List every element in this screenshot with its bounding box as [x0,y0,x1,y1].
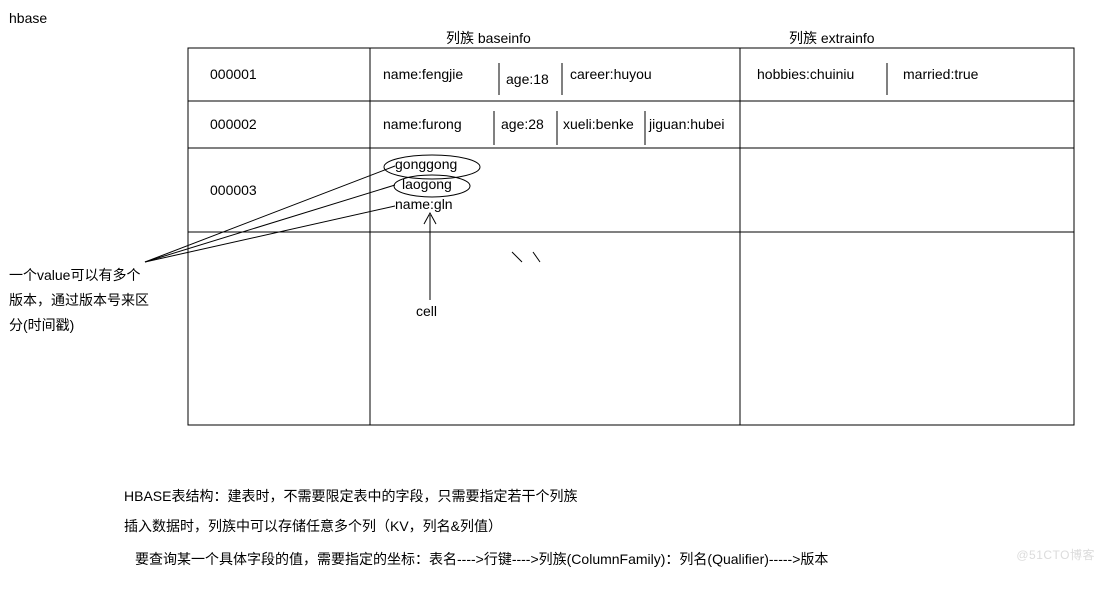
r3-version-1: gonggong [395,156,457,172]
r3-version-3: name:gln [395,196,453,212]
r1-base-career: career:huyou [570,66,652,82]
r1-extra-married: married:true [903,66,978,82]
r2-base-jiguan: jiguan:hubei [649,116,725,132]
r2-base-name: name:furong [383,116,462,132]
r2-base-xueli: xueli:benke [563,116,634,132]
note-3: 要查询某一个具体字段的值，需要指定的坐标：表名---->行键---->列族(Co… [135,549,828,569]
r2-base-age: age:28 [501,116,544,132]
r3-version-2: laogong [402,176,452,192]
rowkey-1: 000001 [210,66,257,82]
diagram-root: hbase 列族 baseinfo 列族 extrainfo [0,0,1101,589]
note-1: HBASE表结构：建表时，不需要限定表中的字段，只需要指定若干个列族 [124,486,577,506]
cell-label: cell [416,303,437,319]
r1-base-name: name:fengjie [383,66,463,82]
r1-extra-hobbies: hobbies:chuiniu [757,66,854,82]
rowkey-3: 000003 [210,182,257,198]
note-2: 插入数据时，列族中可以存储任意多个列（KV，列名&列值） [124,516,502,536]
r1-base-age: age:18 [506,71,549,87]
side-note: 一个value可以有多个 版本，通过版本号来区 分(时间戳) [9,263,149,339]
rowkey-2: 000002 [210,116,257,132]
